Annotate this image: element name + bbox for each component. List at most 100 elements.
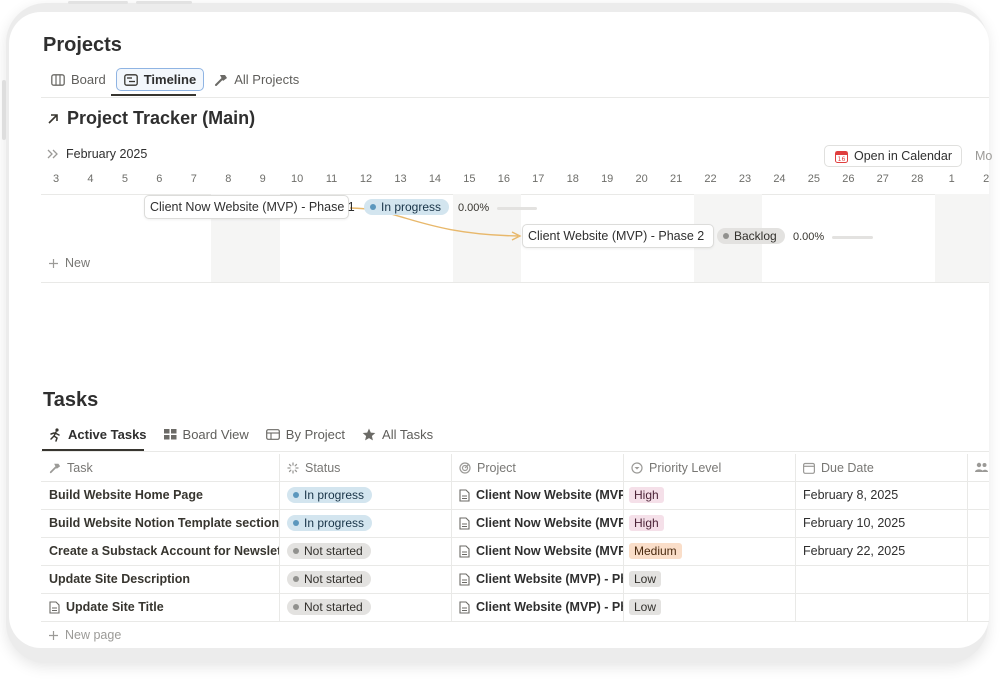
- column-header-priority[interactable]: Priority Level: [623, 454, 795, 481]
- table-row-task-cell[interactable]: Update Site Description: [41, 565, 279, 593]
- project-link: Client Website (MVP) - Ph: [476, 600, 623, 614]
- open-in-calendar-button[interactable]: 16 Open in Calendar: [824, 145, 962, 167]
- status-label: In progress: [304, 516, 365, 530]
- tab-active-tasks[interactable]: Active Tasks: [42, 424, 154, 445]
- table-row-due-cell[interactable]: [795, 593, 967, 621]
- svg-text:16: 16: [838, 156, 846, 163]
- relation-icon: [459, 461, 471, 474]
- table-row-due-cell[interactable]: [795, 565, 967, 593]
- timeline-day-label: 13: [394, 173, 407, 185]
- timeline-day-label: 16: [497, 173, 510, 185]
- database-title[interactable]: Project Tracker (Main): [47, 108, 255, 129]
- table-row-priority-cell[interactable]: Low: [623, 565, 795, 593]
- table-row-status-cell[interactable]: Not started: [279, 565, 451, 593]
- timeline-day-label: 18: [566, 173, 579, 185]
- page-icon: [459, 544, 470, 558]
- table-row-priority-cell[interactable]: High: [623, 481, 795, 509]
- table-row-status-cell[interactable]: In progress: [279, 509, 451, 537]
- timeline-day-label: 10: [291, 173, 304, 185]
- table-row-priority-cell[interactable]: High: [623, 509, 795, 537]
- column-header-label: Task: [67, 460, 93, 475]
- table-row-due-cell[interactable]: February 22, 2025: [795, 537, 967, 565]
- priority-tag: Low: [629, 571, 662, 587]
- tab-by-project-label: By Project: [285, 427, 346, 442]
- column-header-label: Project: [477, 460, 516, 475]
- status-label: Not started: [304, 600, 363, 614]
- status-dot: [723, 233, 729, 239]
- tab-board[interactable]: Board: [44, 69, 113, 90]
- timeline-progress-bar: [497, 207, 537, 210]
- table-row-status-cell[interactable]: In progress: [279, 481, 451, 509]
- table-row-priority-cell[interactable]: Low: [623, 593, 795, 621]
- timeline-item-phase-2[interactable]: Client Website (MVP) - Phase 2: [522, 224, 714, 248]
- timeline-day-label: 11: [325, 173, 338, 185]
- timeline-day-label: 26: [842, 173, 855, 185]
- people-icon: [975, 462, 988, 473]
- weekend-shade: [935, 194, 989, 282]
- row-divider: [41, 621, 989, 622]
- double-chevron-right-icon: [47, 149, 59, 159]
- table-row-project-cell[interactable]: Client Website (MVP) - Ph: [451, 565, 623, 593]
- device-top-button: [68, 1, 128, 4]
- timeline-day-label: 28: [911, 173, 924, 185]
- timeline-day-label: 15: [463, 173, 476, 185]
- table-row-due-cell[interactable]: February 8, 2025: [795, 481, 967, 509]
- task-name: Build Website Notion Template section: [49, 516, 279, 530]
- board-grid-icon: [163, 429, 177, 440]
- timeline-new-button[interactable]: New: [48, 256, 90, 270]
- table-row-project-cell[interactable]: Client Website (MVP) - Ph: [451, 593, 623, 621]
- timeline-item-phase-1[interactable]: Client Now Website (MVP) - Phase 1: [144, 195, 355, 219]
- more-button-label[interactable]: Mo: [975, 149, 992, 163]
- timeline-day-label: 2: [983, 173, 990, 185]
- tab-board-label: Board: [71, 72, 106, 87]
- timeline-progress-bar: [832, 236, 873, 239]
- timeline-item-name: Client Now Website (MVP) - Phase 1: [150, 200, 355, 214]
- table-row-status-cell[interactable]: Not started: [279, 593, 451, 621]
- tab-all-tasks[interactable]: All Tasks: [355, 424, 440, 445]
- task-name: Update Site Title: [66, 600, 164, 614]
- timeline-collapse-toggle[interactable]: [47, 149, 59, 159]
- tab-timeline[interactable]: Timeline: [115, 68, 205, 91]
- timeline-day-label: 9: [259, 173, 266, 185]
- tab-by-project[interactable]: By Project: [259, 424, 352, 445]
- star-icon: [362, 428, 376, 441]
- tasks-heading: Tasks: [43, 389, 99, 411]
- column-header-assignee[interactable]: [967, 454, 989, 481]
- table-row-task-cell[interactable]: Create a Substack Account for Newslette: [41, 537, 279, 565]
- timeline-day-label: 12: [359, 173, 373, 185]
- tasks-view-tabs: Active Tasks Board View By Project All T…: [42, 424, 443, 445]
- table-row-project-cell[interactable]: Client Now Website (MVP: [451, 537, 623, 565]
- timeline-day-label: 21: [669, 173, 683, 185]
- column-header-task[interactable]: Task: [41, 454, 279, 481]
- table-row-project-cell[interactable]: Client Now Website (MVP: [451, 481, 623, 509]
- new-page-button[interactable]: New page: [48, 628, 121, 642]
- table-row-priority-cell[interactable]: Medium: [623, 537, 795, 565]
- status-dot: [293, 492, 299, 498]
- table-row-project-cell[interactable]: Client Now Website (MVP: [451, 509, 623, 537]
- table-row-task-cell[interactable]: Update Site Title: [41, 593, 279, 621]
- due-date: February 22, 2025: [803, 544, 906, 558]
- table-row-status-cell[interactable]: Not started: [279, 537, 451, 565]
- timeline-month: February 2025: [66, 147, 148, 161]
- hammer-icon: [214, 73, 228, 87]
- status-badge: Not started: [287, 571, 371, 587]
- table-row-task-cell[interactable]: Build Website Home Page: [41, 481, 279, 509]
- table-row-task-cell[interactable]: Build Website Notion Template section: [41, 509, 279, 537]
- column-header-due-date[interactable]: Due Date: [795, 454, 967, 481]
- tab-all-projects[interactable]: All Projects: [207, 69, 306, 90]
- timeline-day-label: 24: [773, 173, 786, 185]
- column-header-status[interactable]: Status: [279, 454, 451, 481]
- priority-tag: High: [629, 487, 664, 503]
- column-divider: [967, 454, 968, 622]
- project-link: Client Website (MVP) - Ph: [476, 572, 623, 586]
- calendar-outline-icon: [803, 462, 815, 474]
- timeline-item-name: Client Website (MVP) - Phase 2: [528, 229, 705, 243]
- tab-board-view[interactable]: Board View: [157, 424, 256, 445]
- database-title-text: Project Tracker (Main): [67, 108, 256, 128]
- column-header-project[interactable]: Project: [451, 454, 623, 481]
- status-badge: Not started: [287, 599, 371, 615]
- table-icon: [265, 429, 280, 440]
- table-row-due-cell[interactable]: February 10, 2025: [795, 509, 967, 537]
- timeline-progress-text: 0.00%: [458, 202, 490, 214]
- tab-board-view-label: Board View: [182, 427, 249, 442]
